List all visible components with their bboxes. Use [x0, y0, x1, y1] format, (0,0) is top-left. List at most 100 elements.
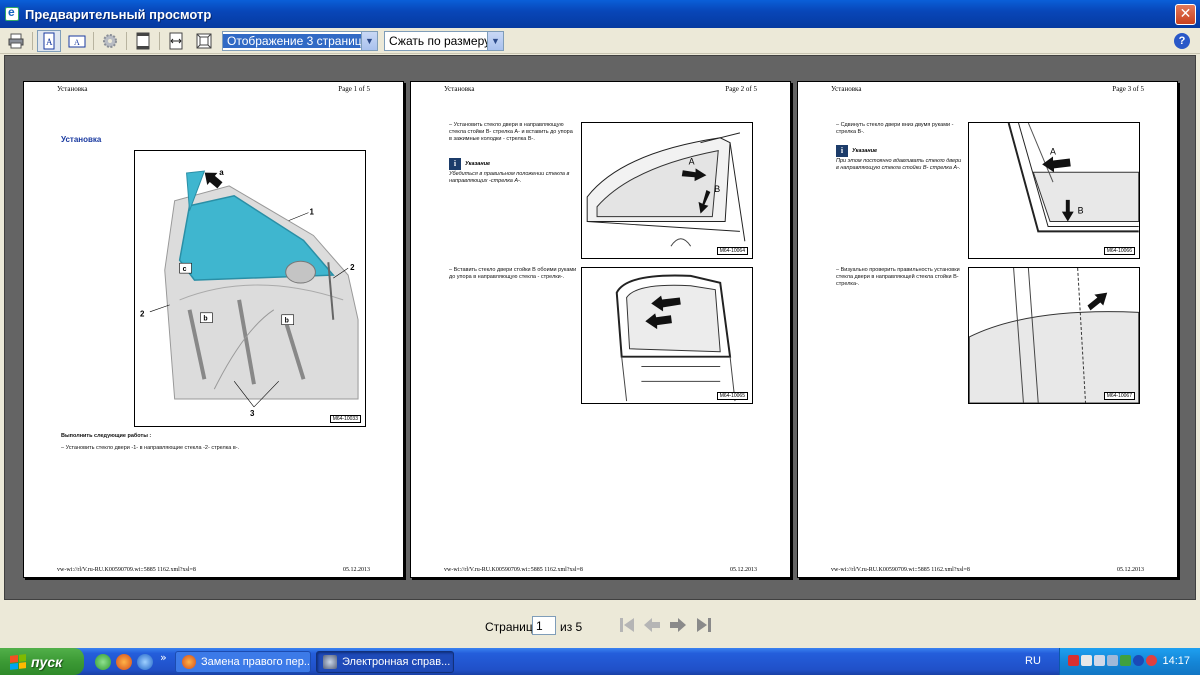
page-setup-button[interactable]	[98, 30, 122, 52]
language-indicator[interactable]: RU	[1025, 655, 1041, 667]
help-button[interactable]: ?	[1174, 33, 1190, 49]
note-text: Убедиться в правильном положении стекла …	[449, 171, 570, 184]
portrait-button[interactable]: A	[37, 29, 61, 52]
note-text: При этом постоянно вдавливать стекло две…	[836, 158, 962, 171]
security-icon[interactable]	[1146, 655, 1157, 666]
fit-mode-select[interactable]: Сжать по размеру ▼	[384, 30, 504, 51]
bluetooth-icon[interactable]	[1133, 655, 1144, 666]
page-header-left: Установка	[444, 85, 475, 93]
figure-svg: A B	[1007, 123, 1139, 233]
callout-label: 1	[309, 208, 314, 217]
firefox-icon[interactable]	[116, 654, 132, 670]
volume-icon[interactable]	[1094, 655, 1105, 666]
note-label: Указание	[465, 161, 491, 168]
callout-label: 2	[350, 263, 355, 272]
page-navigation: Страница из 5	[0, 601, 1200, 648]
start-button[interactable]: пуск	[0, 648, 84, 675]
last-page-icon	[697, 618, 711, 632]
window-title: Предварительный просмотр	[25, 6, 212, 22]
clock[interactable]: 14:17	[1162, 655, 1190, 667]
ie-icon[interactable]	[137, 654, 153, 670]
update-icon[interactable]	[1120, 655, 1131, 666]
page-number-input[interactable]	[532, 616, 556, 635]
chevron-down-icon[interactable]: ▼	[361, 31, 377, 50]
glass-guide-figure-2: M64-10065	[581, 267, 753, 404]
figure-label: M64-10067	[1103, 392, 1135, 400]
callout-label: B	[1078, 206, 1084, 216]
page-footer-left: vw-wi://rl/V.ru-RU.K00590709.wi::5885 11…	[444, 567, 583, 573]
step-text: – Вставить стекло двери стойки В обоими …	[449, 267, 577, 280]
callout-label: b	[203, 316, 207, 323]
header-footer-button[interactable]	[131, 30, 155, 52]
arrow-right-icon	[670, 618, 686, 632]
view-mode-value: Отображение 3 страниц	[223, 33, 361, 48]
preview-page-2: Установка Page 2 of 5 – Установить стекл…	[410, 81, 791, 578]
print-button[interactable]	[4, 30, 28, 52]
figure-label: M64-10033	[329, 415, 361, 423]
svg-text:A: A	[46, 37, 53, 47]
preview-area[interactable]: Установка Page 1 of 5 Установка a 1 2 c …	[4, 55, 1196, 600]
help-app-icon	[323, 655, 337, 669]
previous-page-button[interactable]	[642, 615, 662, 635]
figure-svg	[615, 274, 736, 402]
next-page-button[interactable]	[668, 615, 688, 635]
page-width-icon	[169, 32, 183, 49]
taskbar-item-firefox[interactable]: Замена правого пер...	[175, 651, 311, 673]
info-icon: i	[836, 145, 848, 158]
close-button[interactable]: ✕	[1175, 4, 1196, 25]
taskbar-item-help[interactable]: Электронная справ...	[316, 651, 454, 673]
toolbar-separator	[126, 31, 127, 50]
glass-guide-figure-1: A B M64-10064	[581, 122, 753, 259]
last-page-button[interactable]	[694, 615, 714, 635]
toolbar-separator	[32, 31, 33, 50]
work-item: – Установить стекло двери -1- в направля…	[61, 445, 240, 451]
page-header-right: Page 3 of 5	[1112, 85, 1144, 93]
page-footer-left: vw-wi://rl/V.ru-RU.K00590709.wi::5885 11…	[831, 567, 970, 573]
step-text: – Сдвинуть стекло двери вниз двумя рукам…	[836, 122, 954, 135]
page-header-left: Установка	[831, 85, 862, 93]
landscape-button[interactable]: A	[65, 30, 89, 52]
taskbar: пуск » Замена правого пер... Электронная…	[0, 648, 1200, 675]
section-title: Установка	[61, 135, 102, 144]
callout-label: a	[219, 168, 224, 177]
page-footer-right: 05.12.2013	[730, 567, 757, 573]
page-footer-right: 05.12.2013	[343, 567, 370, 573]
system-tray: 14:17	[1059, 648, 1200, 675]
glass-guide-figure-3: A B M64-10066	[968, 122, 1140, 259]
first-page-button[interactable]	[617, 615, 637, 635]
page-header-right: Page 1 of 5	[338, 85, 370, 93]
full-page-button[interactable]	[192, 30, 216, 52]
fit-mode-value: Сжать по размеру	[389, 33, 487, 48]
taskbar-item-label: Замена правого пер...	[201, 656, 311, 668]
callout-label: 3	[250, 409, 255, 418]
figure-svg: A B	[586, 132, 746, 247]
page-count-label: из 5	[560, 620, 583, 634]
full-width-button[interactable]	[164, 30, 188, 52]
messenger-icon[interactable]	[95, 654, 111, 670]
landscape-page-icon: A	[68, 35, 86, 47]
printer-icon	[8, 33, 24, 48]
preview-page-1: Установка Page 1 of 5 Установка a 1 2 c …	[23, 81, 404, 578]
quicklaunch-chevron-icon[interactable]: »	[160, 651, 167, 664]
firefox-icon	[182, 655, 196, 669]
view-mode-select[interactable]: Отображение 3 страниц ▼	[222, 30, 378, 51]
callout-label: B	[714, 184, 720, 194]
callout-label: b	[285, 318, 289, 325]
antivirus-icon[interactable]	[1068, 655, 1079, 666]
page-header-left: Установка	[57, 85, 88, 93]
svg-text:A: A	[74, 38, 80, 47]
figure-svg	[969, 268, 1139, 403]
network-icon[interactable]	[1081, 655, 1092, 666]
toolbar-separator	[159, 31, 160, 50]
chevron-down-icon[interactable]: ▼	[487, 31, 503, 50]
figure-label: M64-10064	[716, 247, 748, 255]
toolbar: A A Отображение 3 страниц ▼ Сжать по раз…	[0, 28, 1200, 54]
toolbar-separator	[93, 31, 94, 50]
monitor-icon[interactable]	[1107, 655, 1118, 666]
taskbar-item-label: Электронная справ...	[342, 656, 451, 668]
callout-label: 2	[140, 310, 145, 319]
title-bar: Предварительный просмотр ✕	[0, 0, 1200, 28]
arrow-left-icon	[644, 618, 660, 632]
page-footer-right: 05.12.2013	[1117, 567, 1144, 573]
callout-label: c	[183, 266, 187, 273]
